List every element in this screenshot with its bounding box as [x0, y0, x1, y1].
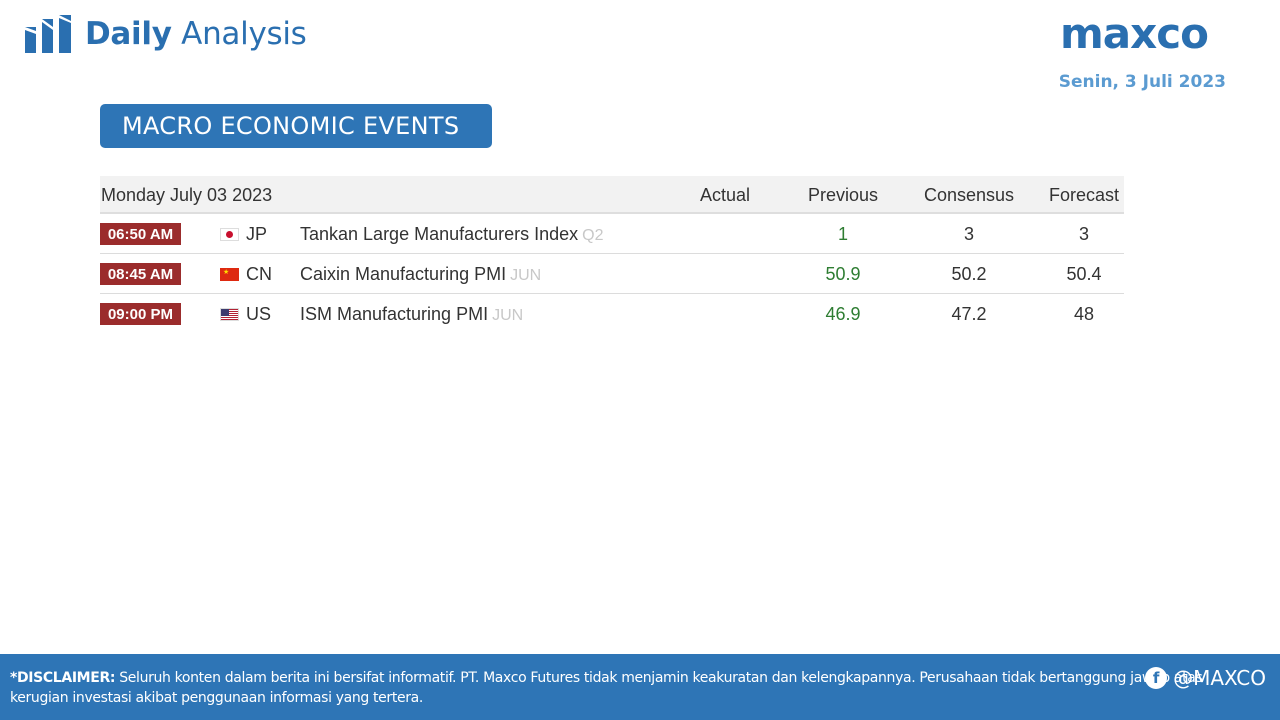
event-name[interactable]: Tankan Large Manufacturers Index Q2 [300, 224, 604, 245]
maxco-logo: maxco [1060, 12, 1209, 58]
table-header: Monday July 03 2023 Actual Previous Cons… [100, 176, 1124, 214]
social-handle-group[interactable]: f @MAXCO [1145, 664, 1266, 692]
table-row: 09:00 PM US ISM Manufacturing PMI JUN 46.… [100, 294, 1124, 334]
time-badge: 08:45 AM [100, 263, 181, 285]
event-name[interactable]: ISM Manufacturing PMI JUN [300, 304, 523, 325]
report-date: Senin, 3 Juli 2023 [1058, 72, 1226, 92]
brand-title-bold: Daily [85, 16, 172, 52]
previous-value: 50.9 [825, 264, 861, 284]
country-cell: JP [220, 224, 267, 245]
disclaimer-label: *DISCLAIMER: [10, 670, 116, 686]
header-date: Monday July 03 2023 [101, 185, 273, 205]
event-period: Q2 [582, 227, 604, 244]
forecast-value: 48 [1073, 304, 1095, 324]
forecast-value: 3 [1078, 224, 1089, 244]
social-handle: @MAXCO [1173, 666, 1266, 690]
time-badge: 09:00 PM [100, 303, 181, 325]
bar-chart-icon [25, 15, 71, 53]
consensus-value: 50.2 [951, 264, 987, 284]
header-previous: Previous [808, 185, 879, 205]
country-cell: US [220, 304, 271, 325]
event-name[interactable]: Caixin Manufacturing PMI JUN [300, 264, 541, 285]
disclaimer-text: *DISCLAIMER: Seluruh konten dalam berita… [10, 668, 1225, 708]
disclaimer-footer: *DISCLAIMER: Seluruh konten dalam berita… [0, 654, 1280, 720]
header-actual: Actual [700, 185, 751, 205]
previous-value: 1 [837, 224, 848, 244]
event-period: JUN [510, 267, 542, 284]
maxco-logo-text: maxco [1060, 12, 1208, 58]
header-consensus: Consensus [924, 185, 1015, 205]
us-flag-icon [220, 308, 239, 321]
disclaimer-body: Seluruh konten dalam berita ini bersifat… [10, 670, 1203, 706]
event-title: Caixin Manufacturing PMI [300, 264, 507, 284]
table-row: 06:50 AM JP Tankan Large Manufacturers I… [100, 214, 1124, 254]
country-code: JP [246, 224, 268, 244]
section-banner: MACRO ECONOMIC EVENTS [100, 104, 492, 148]
events-table: Monday July 03 2023 Actual Previous Cons… [100, 176, 1124, 334]
time-badge: 06:50 AM [100, 223, 181, 245]
country-code: US [246, 304, 272, 324]
consensus-value: 47.2 [951, 304, 987, 324]
japan-flag-icon [220, 228, 239, 241]
consensus-value: 3 [963, 224, 974, 244]
forecast-value: 50.4 [1066, 264, 1102, 284]
event-period: JUN [492, 307, 524, 324]
table-row: 08:45 AM CN Caixin Manufacturing PMIJUN … [100, 254, 1124, 294]
country-code: CN [246, 264, 272, 284]
facebook-icon: f [1145, 667, 1168, 689]
previous-value: 46.9 [825, 304, 861, 324]
brand-title-light: Analysis [171, 16, 307, 52]
brand-title: Daily Analysis [85, 16, 307, 52]
china-flag-icon [220, 268, 239, 281]
daily-analysis-brand: Daily Analysis [25, 14, 307, 54]
event-title: Tankan Large Manufacturers Index [300, 224, 579, 244]
country-cell: CN [220, 264, 272, 285]
header-forecast: Forecast [1049, 185, 1120, 205]
event-title: ISM Manufacturing PMI [300, 304, 489, 324]
